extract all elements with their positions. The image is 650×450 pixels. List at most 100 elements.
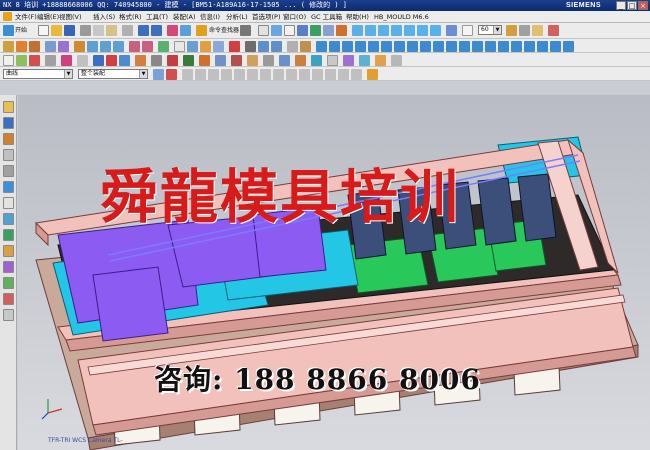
snap-on-curve-icon[interactable] — [273, 69, 284, 80]
chamfer-icon[interactable] — [142, 41, 153, 52]
sub-insert-icon[interactable] — [407, 41, 418, 52]
swept-icon[interactable] — [359, 55, 370, 66]
snap-arc-center-icon[interactable] — [325, 69, 336, 80]
mold-base-icon[interactable] — [355, 41, 366, 52]
window-icon[interactable] — [180, 25, 191, 36]
menu-analysis[interactable]: 分析(L) — [226, 11, 248, 23]
delete-icon[interactable] — [122, 25, 133, 36]
repeat-command-icon[interactable] — [167, 25, 178, 36]
snap-pole-icon[interactable] — [299, 69, 310, 80]
menu-insert[interactable]: 插入(S) — [93, 11, 115, 23]
patch-icon[interactable] — [271, 41, 282, 52]
menu-tools[interactable]: 工具(T) — [146, 11, 168, 23]
snap-on-face-icon[interactable] — [286, 69, 297, 80]
constraint-navigator-icon[interactable] — [3, 117, 14, 129]
wrap-curve-icon[interactable] — [311, 55, 322, 66]
drawing-icon[interactable] — [511, 41, 522, 52]
menu-hb-mould[interactable]: HB_MOULD M6.6 — [374, 11, 429, 23]
sketch-icon[interactable] — [3, 41, 14, 52]
graphics-window[interactable]: 舜龍模具培训 咨询: 188 8866 8006 TFR-TRI WCS Cam… — [18, 95, 650, 450]
reuse-library-icon[interactable] — [3, 149, 14, 161]
edge-blend-icon[interactable] — [129, 41, 140, 52]
menu-edit[interactable]: 编辑(E) — [37, 11, 59, 23]
zoom-icon[interactable] — [271, 25, 282, 36]
measure-icon[interactable] — [462, 25, 473, 36]
through-curves-icon[interactable] — [343, 55, 354, 66]
mold-core-icon[interactable] — [342, 41, 353, 52]
datum-plane-icon[interactable] — [287, 41, 298, 52]
replace-face-icon[interactable] — [213, 41, 224, 52]
arc-icon[interactable] — [29, 55, 40, 66]
shell-icon[interactable] — [158, 41, 169, 52]
snap-center-icon[interactable] — [234, 69, 245, 80]
redo-icon[interactable] — [151, 25, 162, 36]
shaded-icon[interactable] — [323, 25, 334, 36]
process-studio-icon[interactable] — [3, 229, 14, 241]
menu-window[interactable]: 窗口(O) — [283, 11, 306, 23]
subtract-icon[interactable] — [100, 41, 111, 52]
menu-view[interactable]: 视图(V) — [59, 11, 82, 23]
snap-intersection-icon[interactable] — [221, 69, 232, 80]
unused-parts-icon[interactable] — [550, 41, 561, 52]
runner-icon[interactable] — [433, 41, 444, 52]
pocket-icon[interactable] — [74, 41, 85, 52]
menu-assemblies[interactable]: 装配(A) — [173, 11, 196, 23]
snap-point-icon[interactable] — [351, 69, 362, 80]
menu-preferences[interactable]: 首选项(P) — [252, 11, 281, 23]
paste-icon[interactable] — [106, 25, 117, 36]
spline-icon[interactable] — [61, 55, 72, 66]
boss-icon[interactable] — [58, 41, 69, 52]
snap-midpoint-icon[interactable] — [195, 69, 206, 80]
render-style-icon[interactable] — [336, 25, 347, 36]
undo-icon[interactable] — [138, 25, 149, 36]
ruled-icon[interactable] — [391, 55, 402, 66]
pan-icon[interactable] — [284, 25, 295, 36]
mold-cavity-icon[interactable] — [329, 41, 340, 52]
hole-table-icon[interactable] — [524, 41, 535, 52]
new-file-icon[interactable] — [38, 25, 49, 36]
bom-icon[interactable] — [498, 41, 509, 52]
menu-information[interactable]: 信息(I) — [200, 11, 220, 23]
line-icon[interactable] — [16, 55, 27, 66]
snap-tangent-icon[interactable] — [338, 69, 349, 80]
manufacturing-wizard-icon[interactable] — [3, 245, 14, 257]
view-bottom-icon[interactable] — [417, 25, 428, 36]
assembly-navigator-icon[interactable] — [3, 101, 14, 113]
mold-wizard-icon[interactable] — [316, 41, 327, 52]
command-finder-button[interactable]: 命令查找器 — [209, 25, 239, 36]
isoparametric-icon[interactable] — [295, 55, 306, 66]
mold-close-icon[interactable] — [563, 41, 574, 52]
type-filter-select[interactable]: 曲线 ▼ — [3, 69, 73, 79]
intersect-curve-icon[interactable] — [167, 55, 178, 66]
split-body-icon[interactable] — [258, 41, 269, 52]
cut-icon[interactable] — [80, 25, 91, 36]
drafting-standards-icon[interactable] — [3, 309, 14, 321]
reference-icon[interactable] — [532, 25, 543, 36]
trim-curve-icon[interactable] — [231, 55, 242, 66]
snap-existing-icon[interactable] — [260, 69, 271, 80]
minimize-button[interactable]: _ — [616, 1, 626, 10]
fit-view-icon[interactable] — [258, 25, 269, 36]
bounded-plane-icon[interactable] — [375, 55, 386, 66]
start-button[interactable]: 开始 — [15, 25, 27, 36]
trim-body-icon[interactable] — [245, 41, 256, 52]
helix-icon[interactable] — [106, 55, 117, 66]
layer-icon[interactable] — [446, 25, 457, 36]
system-scenes-icon[interactable] — [3, 277, 14, 289]
sync-modeling-icon[interactable] — [174, 41, 185, 52]
rectangle-icon[interactable] — [45, 55, 56, 66]
menu-format[interactable]: 格式(R) — [119, 11, 142, 23]
web-browser-icon[interactable] — [3, 181, 14, 193]
surface-icon[interactable] — [327, 55, 338, 66]
hole-icon[interactable] — [45, 41, 56, 52]
history-icon[interactable] — [3, 197, 14, 209]
copy-icon[interactable] — [93, 25, 104, 36]
menu-help[interactable]: 帮助(H) — [346, 11, 369, 23]
view-back-icon[interactable] — [430, 25, 441, 36]
view-iso-icon[interactable] — [352, 25, 363, 36]
view-top-icon[interactable] — [365, 25, 376, 36]
snap-bounded-icon[interactable] — [312, 69, 323, 80]
tool-extra-icon[interactable] — [548, 25, 559, 36]
join-curve-icon[interactable] — [215, 55, 226, 66]
edit-object-icon[interactable] — [506, 25, 517, 36]
